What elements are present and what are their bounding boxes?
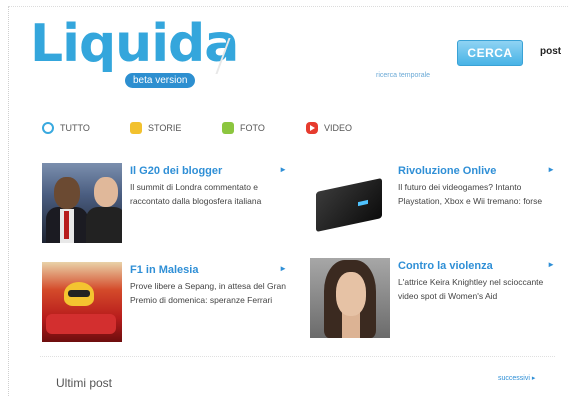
story-title[interactable]: F1 in Malesia — [130, 264, 198, 276]
filter-label: FOTO — [240, 123, 265, 133]
liquida-logo[interactable]: Liquida — [30, 18, 239, 70]
filter-foto[interactable]: FOTO — [222, 120, 265, 136]
photo-icon — [222, 122, 234, 134]
circle-icon — [42, 122, 54, 134]
story-card[interactable]: Contro la violenza ► L'attrice Keira Kni… — [310, 258, 555, 348]
arrow-right-icon[interactable]: ► — [279, 165, 287, 174]
filter-label: TUTTO — [60, 123, 90, 133]
filter-tutto[interactable]: TUTTO — [42, 120, 90, 136]
story-thumbnail[interactable] — [310, 163, 390, 243]
next-page-link[interactable]: successivi ▸ — [498, 374, 535, 382]
arrow-right-icon[interactable]: ► — [547, 165, 555, 174]
story-title[interactable]: Contro la violenza — [398, 260, 493, 272]
video-play-icon — [306, 122, 318, 134]
search-input[interactable] — [218, 40, 454, 68]
story-card[interactable]: Rivoluzione Onlive ► Il futuro dei video… — [310, 163, 555, 253]
filter-label: STORIE — [148, 123, 182, 133]
filter-label: VIDEO — [324, 123, 353, 133]
latest-posts-heading: Ultimi post — [56, 376, 113, 390]
arrow-right-icon[interactable]: ► — [279, 264, 287, 273]
story-description: Prove libere a Sepang, in attesa del Gra… — [130, 281, 286, 305]
advanced-search-link[interactable]: ricerca temporale — [376, 72, 430, 79]
story-description: Il summit di Londra commentato e raccont… — [130, 182, 262, 206]
story-description: Il futuro dei videogames? Intanto Playst… — [398, 182, 543, 206]
filter-storie[interactable]: STORIE — [130, 120, 181, 136]
story-card[interactable]: Il G20 dei blogger ► Il summit di Londra… — [42, 163, 287, 253]
story-thumbnail[interactable] — [42, 163, 122, 243]
beta-badge: beta version — [125, 73, 196, 88]
story-title[interactable]: Il G20 dei blogger — [130, 165, 222, 177]
search-button[interactable]: CERCA — [457, 40, 523, 66]
story-title[interactable]: Rivoluzione Onlive — [398, 165, 496, 177]
stories-icon — [130, 122, 142, 134]
arrow-right-icon[interactable]: ► — [547, 260, 555, 269]
section-divider — [40, 356, 555, 357]
filter-video[interactable]: VIDEO — [306, 120, 352, 136]
story-thumbnail[interactable] — [310, 258, 390, 338]
story-card[interactable]: F1 in Malesia ► Prove libere a Sepang, i… — [42, 262, 287, 352]
story-description: L'attrice Keira Knightley nel scioccante… — [398, 277, 544, 301]
search-scope-label[interactable]: post — [540, 46, 561, 57]
story-thumbnail[interactable] — [42, 262, 122, 342]
